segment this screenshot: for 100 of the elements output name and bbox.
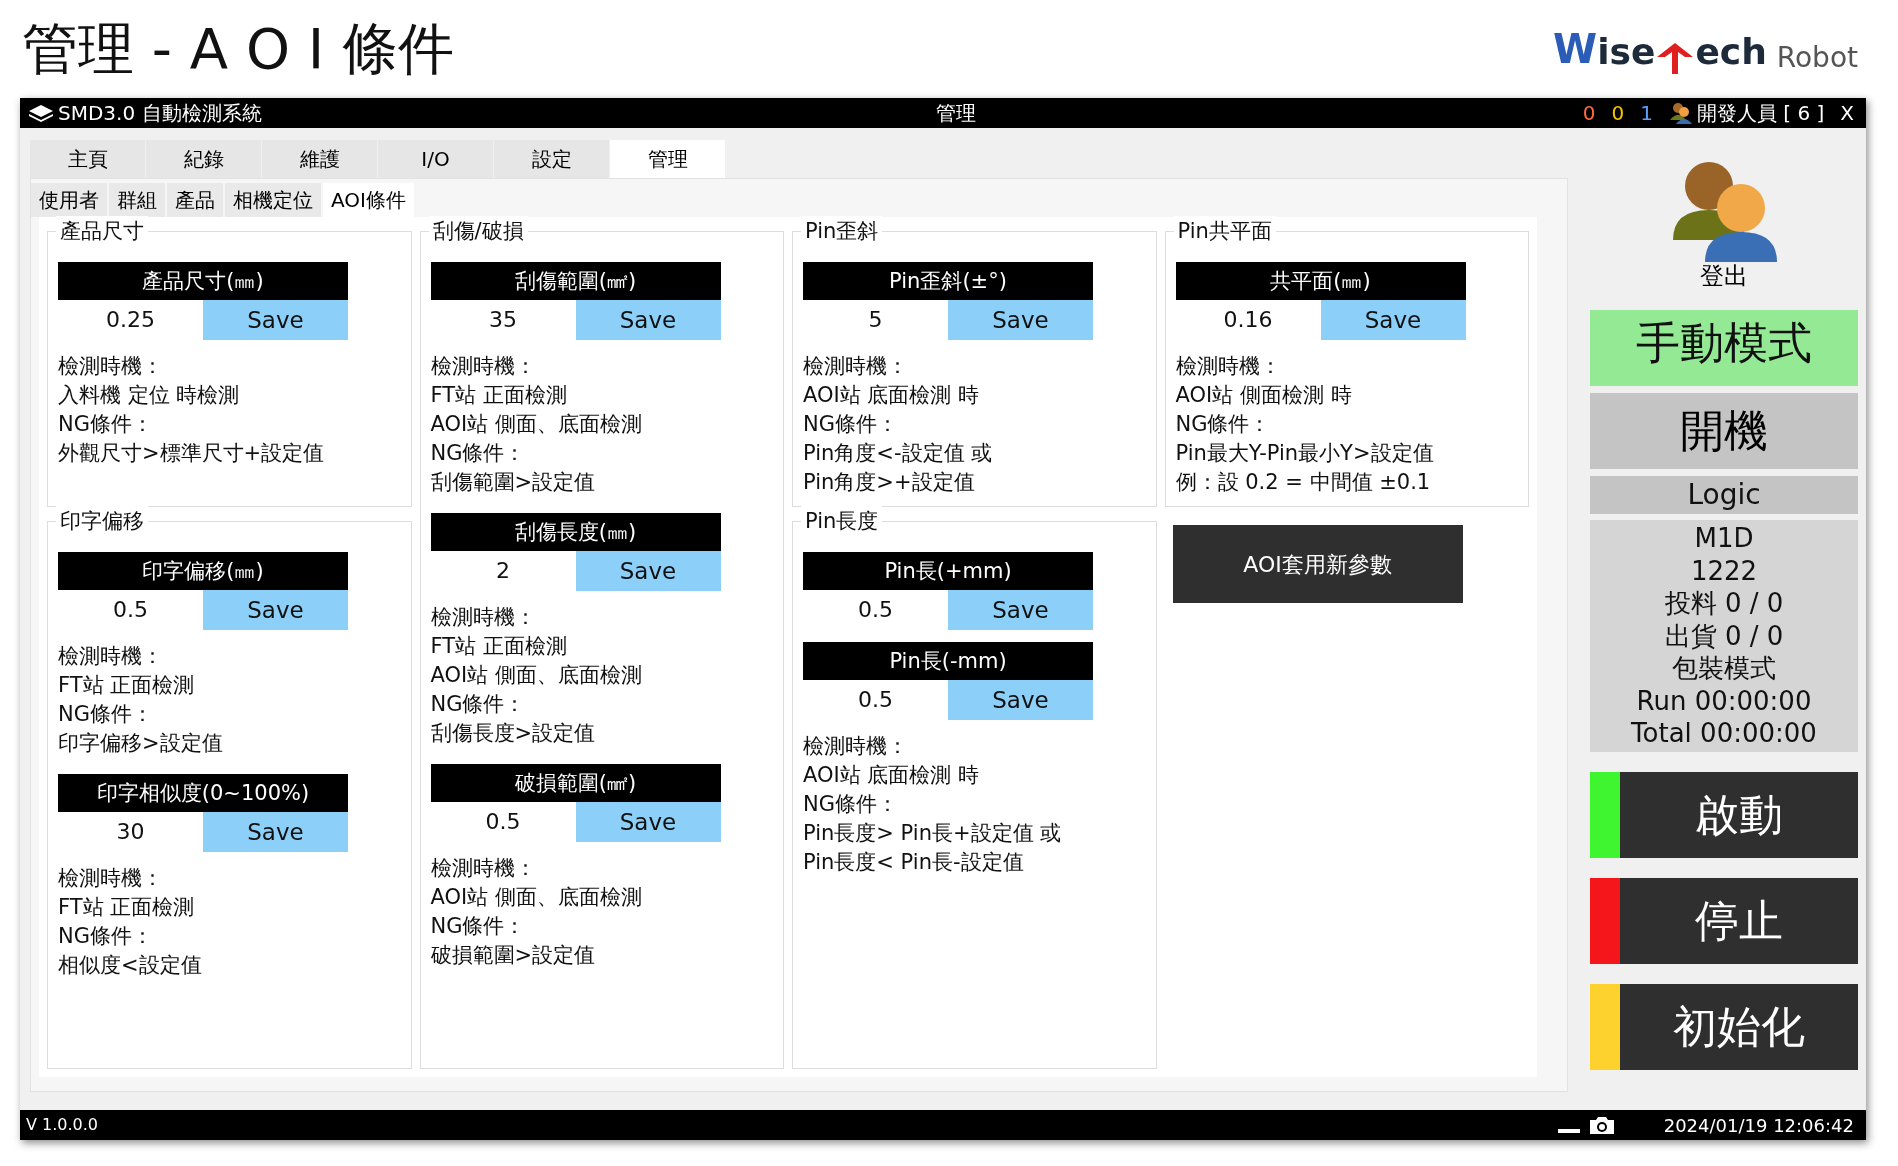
- action-button[interactable]: 初始化: [1590, 983, 1858, 1070]
- parameter-label: Pin歪斜(±°): [803, 262, 1093, 300]
- logo-text: ech: [1695, 30, 1767, 74]
- save-button[interactable]: Save: [575, 300, 721, 340]
- parameter-label: Pin長(-mm): [803, 642, 1093, 680]
- value-field[interactable]: 0.5: [58, 590, 203, 630]
- save-button[interactable]: Save: [948, 300, 1093, 340]
- note-text: AOI站 側面檢測 時: [1175, 382, 1353, 409]
- tab[interactable]: 設定: [494, 140, 609, 178]
- info-text: 投料 0 / 0: [1663, 587, 1785, 620]
- note-text: 檢測時機：: [58, 865, 164, 892]
- note-text: AOI站 側面、底面檢測: [430, 662, 643, 689]
- note-text: FT站 正面檢測: [430, 633, 568, 660]
- note-text: 檢測時機：: [58, 643, 164, 670]
- info-text: M1D: [1693, 522, 1755, 555]
- note-text: NG條件：: [430, 913, 527, 940]
- apply-button[interactable]: AOI套用新參數: [1172, 525, 1463, 603]
- app-name: SMD3.0 自動檢測系統: [58, 100, 263, 127]
- info-text: Run 00:00:00: [1635, 684, 1813, 717]
- value-field[interactable]: 0.25: [58, 300, 203, 340]
- note-text: AOI站 底面檢測 時: [803, 762, 981, 789]
- note-text: 入料機 定位 時檢測: [58, 382, 241, 409]
- note-text: NG條件：: [58, 923, 154, 950]
- note-text: NG條件：: [803, 411, 899, 438]
- logic-label: Logic: [1590, 476, 1858, 514]
- info-text: 出貨 0 / 0: [1663, 619, 1785, 652]
- note-text: NG條件：: [58, 701, 154, 728]
- note-text: 檢測時機：: [58, 353, 164, 380]
- parameter-label: 產品尺寸(㎜): [58, 262, 348, 300]
- note-text: 刮傷長度>設定值: [430, 720, 597, 747]
- save-button[interactable]: Save: [1320, 300, 1466, 340]
- logo-text: ise: [1597, 30, 1656, 74]
- save-button[interactable]: Save: [948, 590, 1093, 630]
- sub-tab[interactable]: 使用者: [31, 183, 107, 217]
- parameter-label: 印字偏移(㎜): [58, 552, 348, 590]
- action-button[interactable]: 啟動: [1590, 771, 1858, 858]
- sub-tab[interactable]: 群組: [109, 183, 165, 217]
- note-text: FT站 正面檢測: [58, 672, 196, 699]
- sub-tab[interactable]: AOI條件: [323, 183, 414, 217]
- note-text: 檢測時機：: [430, 604, 537, 631]
- note-text: 例：設 0.2 = 中間值 ±0.1: [1175, 469, 1432, 496]
- minimize-icon[interactable]: [1557, 1129, 1580, 1133]
- note-text: NG條件：: [430, 691, 527, 718]
- parameter-label: 破損範圍(㎟): [430, 764, 721, 802]
- tab[interactable]: 管理: [610, 140, 725, 178]
- value-field[interactable]: 0.5: [803, 680, 948, 720]
- version-text: V 1.0.0.0: [26, 1114, 99, 1136]
- counter: 0: [1582, 100, 1596, 127]
- value-field[interactable]: 0.16: [1175, 300, 1321, 340]
- tab[interactable]: 維護: [262, 140, 377, 178]
- parameter-label: 刮傷長度(㎜): [430, 513, 721, 551]
- save-button[interactable]: Save: [203, 812, 348, 852]
- info-text: 包裝模式: [1671, 652, 1777, 685]
- note-text: 相似度<設定值: [58, 952, 203, 979]
- logout-button[interactable]: 登出: [1590, 160, 1858, 288]
- action-button[interactable]: 停止: [1590, 877, 1858, 964]
- parameter-label: 印字相似度(0~100%): [58, 774, 348, 812]
- note-text: FT站 正面檢測: [58, 894, 196, 921]
- note-text: NG條件：: [430, 440, 527, 467]
- note-text: NG條件：: [58, 411, 154, 438]
- tab[interactable]: 紀錄: [146, 140, 261, 178]
- info-text: Total 00:00:00: [1630, 717, 1818, 750]
- note-text: 檢測時機：: [803, 733, 909, 760]
- note-text: 檢測時機：: [430, 855, 537, 882]
- note-text: 檢測時機：: [430, 353, 537, 380]
- sub-tab[interactable]: 產品: [167, 183, 223, 217]
- logo-text: Robot: [1776, 40, 1858, 76]
- window-title: 管理: [935, 100, 977, 127]
- value-field[interactable]: 0.5: [430, 802, 576, 842]
- value-field[interactable]: 30: [58, 812, 203, 852]
- save-button[interactable]: Save: [575, 802, 721, 842]
- parameter-label: 刮傷範圍(㎟): [430, 262, 721, 300]
- note-text: NG條件：: [1175, 411, 1272, 438]
- note-text: Pin長度> Pin長+設定值 或: [803, 820, 1063, 847]
- note-text: Pin長度< Pin長-設定值: [803, 849, 1025, 876]
- note-text: Pin角度<-設定值 或: [803, 440, 994, 467]
- sub-tab[interactable]: 相機定位: [225, 183, 321, 217]
- logo-text: W: [1553, 25, 1598, 74]
- close-button[interactable]: X: [1840, 98, 1854, 128]
- save-button[interactable]: Save: [203, 590, 348, 630]
- save-button[interactable]: Save: [948, 680, 1093, 720]
- save-button[interactable]: Save: [575, 551, 721, 591]
- note-text: 外觀尺寸>標準尺寸+設定值: [58, 440, 326, 467]
- value-field[interactable]: 35: [430, 300, 576, 340]
- parameter-label: 共平面(㎜): [1175, 262, 1466, 300]
- camera-icon[interactable]: [1587, 1115, 1616, 1135]
- note-text: 檢測時機：: [803, 353, 909, 380]
- note-text: NG條件：: [803, 791, 899, 818]
- value-field[interactable]: 0.5: [803, 590, 948, 630]
- note-text: 破損範圍>設定值: [430, 942, 597, 969]
- note-text: AOI站 側面、底面檢測: [430, 411, 643, 438]
- value-field[interactable]: 5: [803, 300, 948, 340]
- note-text: AOI站 底面檢測 時: [803, 382, 981, 409]
- tab[interactable]: I/O: [378, 140, 493, 178]
- note-text: FT站 正面檢測: [430, 382, 568, 409]
- value-field[interactable]: 2: [430, 551, 576, 591]
- tab[interactable]: 主頁: [30, 140, 145, 178]
- save-button[interactable]: Save: [203, 300, 348, 340]
- power-button[interactable]: 開機: [1590, 393, 1858, 469]
- info-text: 1222: [1689, 554, 1759, 587]
